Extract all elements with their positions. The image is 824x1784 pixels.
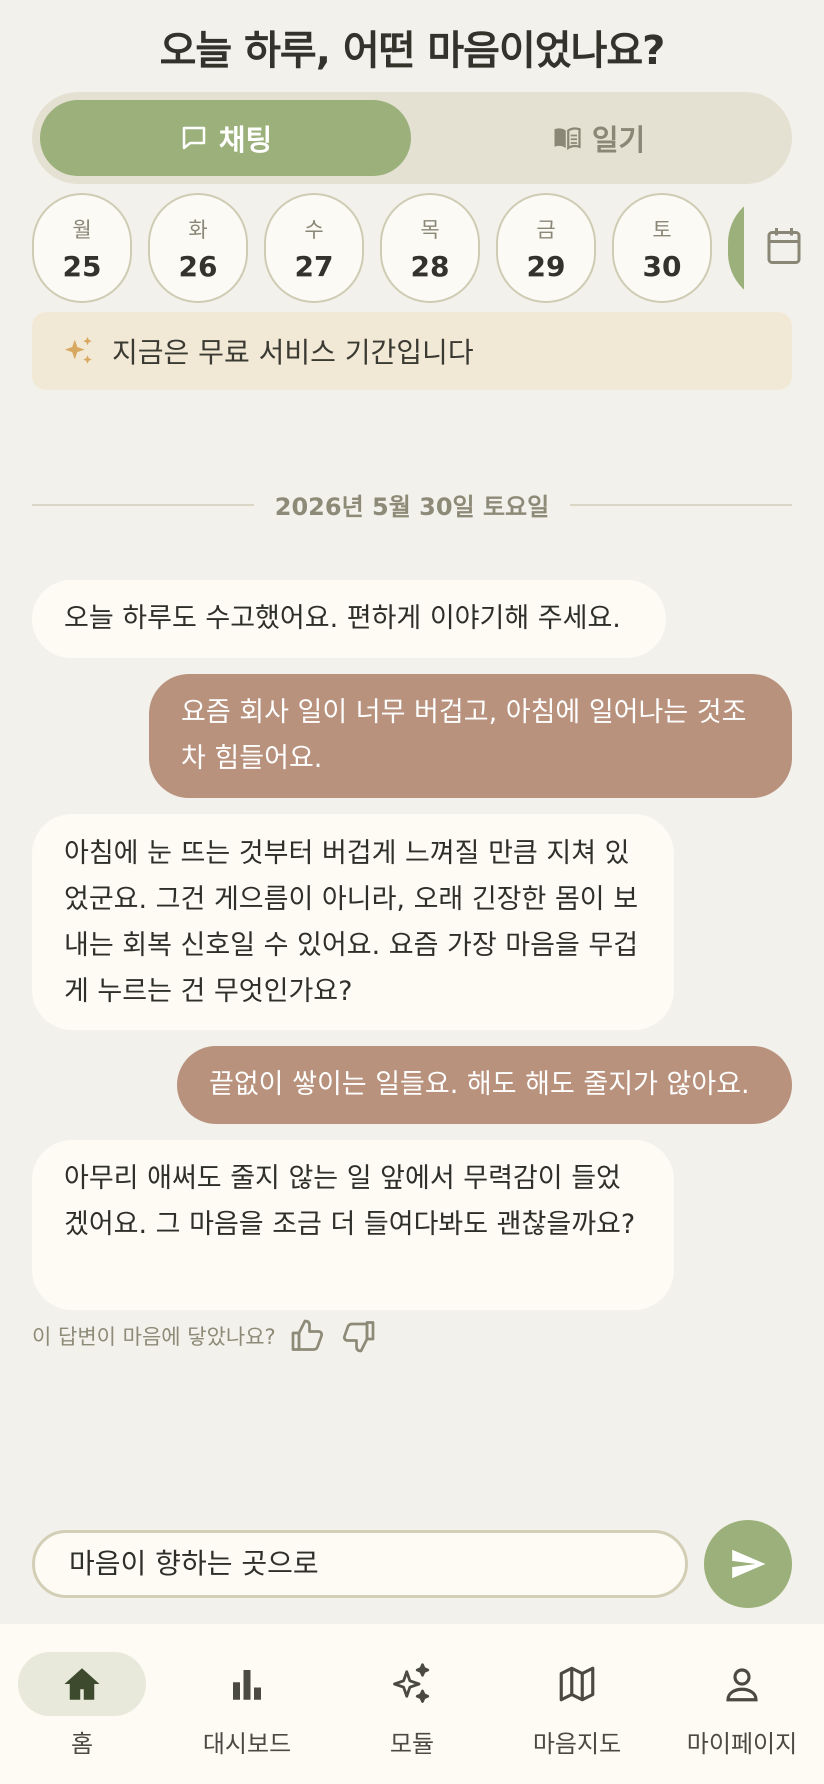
nav-item-module[interactable]: 모듈 [330, 1652, 494, 1772]
day-weekday: 화 [188, 217, 208, 242]
user-message: 요즘 회사 일이 너무 버겁고, 아침에 일어나는 것조차 힘들어요. [149, 674, 792, 798]
divider-line [570, 504, 792, 506]
notice-text: 지금은 무료 서비스 기간입니다 [112, 336, 474, 369]
nav-item-dashboard[interactable]: 대시보드 [165, 1652, 329, 1772]
chat-screen: 오늘 하루, 어떤 마음이었나요? 채팅 일기 월 25 화 26 수 27 목… [0, 0, 824, 1784]
bot-message: 아침에 눈 뜨는 것부터 버겁게 느껴질 만큼 지쳐 있었군요. 그건 게으름이… [32, 814, 674, 1030]
chat-bubble-icon [182, 126, 206, 150]
map-icon [559, 1666, 595, 1702]
day-number: 28 [410, 249, 450, 283]
answer-feedback: 이 답변이 마음에 닿았나요? [32, 1316, 376, 1356]
send-icon [732, 1549, 766, 1579]
calendar-icon[interactable] [766, 226, 802, 266]
thumbs-up-icon[interactable] [290, 1318, 326, 1354]
day-chip-30[interactable]: 토 30 [612, 193, 712, 303]
tab-diary-label: 일기 [591, 123, 646, 157]
feedback-prompt: 이 답변이 마음에 닿았나요? [32, 1325, 276, 1349]
sparkle-icon [393, 1663, 430, 1703]
nav-label: 마이페이지 [686, 1730, 798, 1758]
day-number: 29 [526, 249, 566, 283]
day-chip-26[interactable]: 화 26 [148, 193, 248, 303]
week-date-strip: 월 25 화 26 수 27 목 28 금 29 토 30 [32, 192, 744, 304]
nav-icon-container [678, 1652, 806, 1716]
mode-segmented-control: 채팅 일기 [32, 92, 792, 184]
thumbs-down-icon[interactable] [340, 1318, 376, 1354]
day-number: 30 [642, 249, 682, 283]
date-divider: 2026년 5월 30일 토요일 [32, 486, 792, 522]
page-title: 오늘 하루, 어떤 마음이었나요? [159, 28, 666, 74]
day-weekday: 토 [652, 217, 672, 242]
sparkle-icon [64, 336, 92, 364]
nav-label: 홈 [70, 1730, 94, 1758]
nav-label: 모듈 [389, 1730, 435, 1758]
nav-icon-container [183, 1652, 311, 1716]
tab-chat-label: 채팅 [218, 123, 273, 157]
bar-chart-icon [233, 1670, 261, 1700]
day-chip-28[interactable]: 목 28 [380, 193, 480, 303]
day-weekday: 월 [72, 217, 92, 242]
bot-message: 아무리 애써도 줄지 않는 일 앞에서 무력감이 들었겠어요. 그 마음을 조금… [32, 1140, 674, 1310]
free-service-notice: 지금은 무료 서비스 기간입니다 [32, 312, 792, 390]
bottom-navigation: 홈 대시보드 모듈 마음지도 마이페이지 [0, 1624, 824, 1784]
message-input[interactable]: 마음이 향하는 곳으로 [32, 1530, 688, 1598]
send-button[interactable] [704, 1520, 792, 1608]
day-chip-27[interactable]: 수 27 [264, 193, 364, 303]
tab-diary[interactable]: 일기 [413, 100, 784, 176]
day-number: 27 [294, 249, 334, 283]
tab-chat[interactable]: 채팅 [40, 100, 411, 176]
divider-line [32, 504, 254, 506]
nav-item-mind-map[interactable]: 마음지도 [495, 1652, 659, 1772]
day-number: 25 [62, 249, 102, 283]
bot-message: 오늘 하루도 수고했어요. 편하게 이야기해 주세요. [32, 580, 666, 658]
day-weekday: 수 [304, 217, 324, 242]
user-message: 끝없이 쌓이는 일들요. 해도 해도 줄지가 않아요. [177, 1046, 792, 1124]
person-icon [726, 1668, 758, 1702]
nav-item-home[interactable]: 홈 [0, 1652, 164, 1772]
nav-icon-container [513, 1652, 641, 1716]
book-icon [554, 127, 581, 151]
nav-icon-container [348, 1652, 476, 1716]
day-chip-25[interactable]: 월 25 [32, 193, 132, 303]
nav-icon-container [18, 1652, 146, 1716]
home-icon [64, 1668, 100, 1700]
day-chip-29[interactable]: 금 29 [496, 193, 596, 303]
nav-label: 마음지도 [532, 1730, 622, 1758]
day-weekday: 목 [420, 217, 440, 242]
day-chip-selected[interactable] [728, 193, 744, 303]
day-number: 26 [178, 249, 218, 283]
nav-label: 대시보드 [202, 1730, 292, 1758]
day-weekday: 금 [536, 217, 556, 242]
nav-item-my-page[interactable]: 마이페이지 [660, 1652, 824, 1772]
chat-date-label: 2026년 5월 30일 토요일 [274, 492, 550, 521]
